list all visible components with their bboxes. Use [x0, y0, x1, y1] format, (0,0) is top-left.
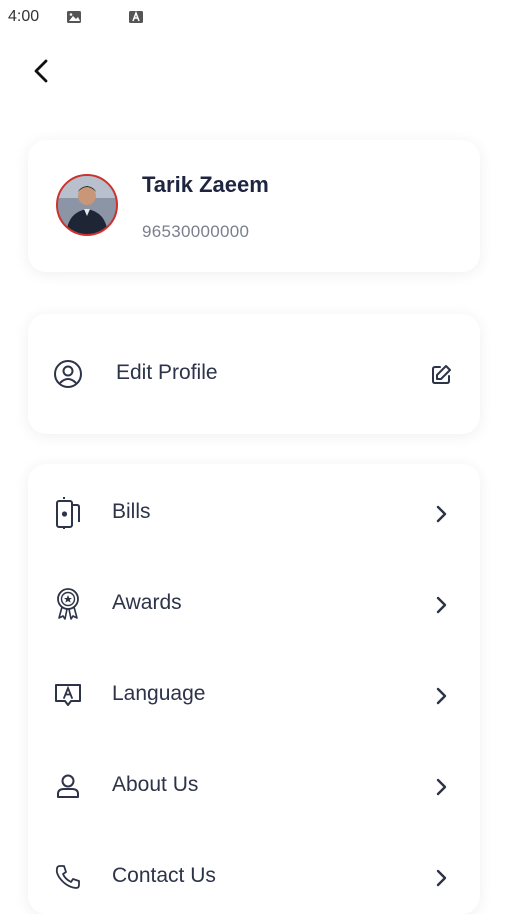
user-circle-icon	[52, 358, 84, 390]
menu-item-label: Language	[112, 682, 206, 705]
edit-profile-row[interactable]: Edit Profile	[28, 344, 480, 404]
menu-item-label: Contact Us	[112, 864, 216, 887]
profile-phone: 96530000000	[142, 222, 250, 241]
menu-item-language[interactable]: Language	[28, 665, 480, 725]
bills-icon	[52, 497, 84, 529]
chevron-right-icon	[428, 501, 454, 527]
chevron-right-icon	[428, 592, 454, 618]
profile-name: Tarik Zaeem	[142, 172, 269, 197]
language-icon	[52, 679, 84, 711]
user-icon	[52, 770, 84, 802]
menu-item-label: Bills	[112, 500, 151, 523]
menu-item-label: Awards	[112, 591, 182, 614]
menu-item-about-us[interactable]: About Us	[28, 756, 480, 816]
chevron-right-icon	[428, 774, 454, 800]
menu-item-contact-us[interactable]: Contact Us	[28, 847, 480, 907]
avatar	[56, 174, 118, 236]
edit-icon[interactable]	[428, 362, 454, 388]
edit-profile-label: Edit Profile	[116, 361, 218, 384]
award-icon	[52, 588, 84, 620]
edit-profile-card: Edit Profile	[28, 314, 480, 434]
image-icon	[66, 10, 82, 24]
chevron-right-icon	[428, 683, 454, 709]
menu-item-bills[interactable]: Bills	[28, 483, 480, 543]
status-time: 4:00	[8, 8, 40, 25]
chevron-left-icon	[33, 58, 49, 89]
profile-card: Tarik Zaeem 96530000000	[28, 140, 480, 272]
font-icon	[128, 10, 144, 24]
phone-icon	[52, 861, 84, 893]
status-bar: 4:00	[0, 0, 506, 36]
menu-item-label: About Us	[112, 773, 199, 796]
menu-card: Bills Awards Language About Us Contact U…	[28, 464, 480, 914]
menu-item-awards[interactable]: Awards	[28, 574, 480, 634]
back-button[interactable]	[26, 56, 56, 90]
chevron-right-icon	[428, 865, 454, 891]
